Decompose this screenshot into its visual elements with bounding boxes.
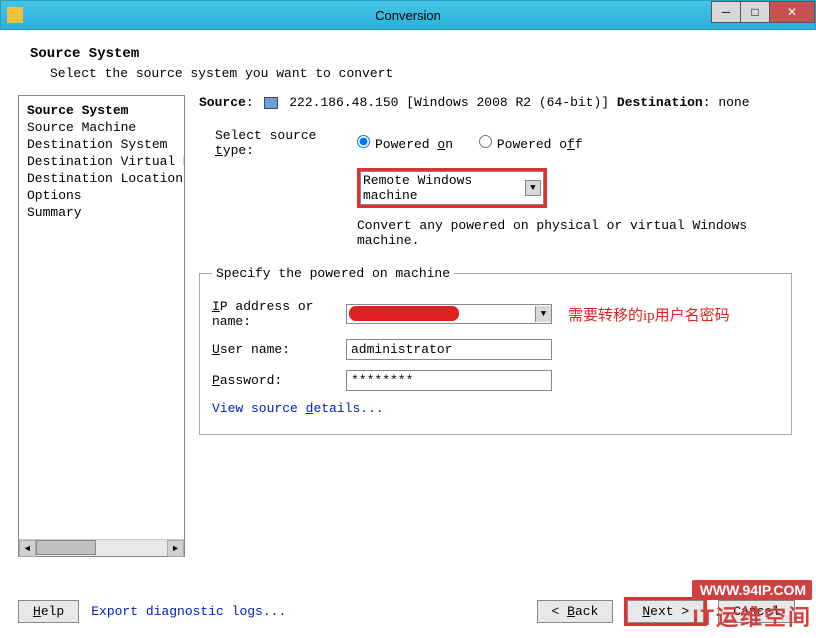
machine-fieldset: Specify the powered on machine IP addres… xyxy=(199,266,792,435)
source-value: 222.186.48.150 [Windows 2008 R2 (64-bit)… xyxy=(289,95,609,110)
scroll-thumb[interactable] xyxy=(36,540,96,555)
watermark-url: WWW.94IP.COM xyxy=(692,580,812,600)
fieldset-legend: Specify the powered on machine xyxy=(212,266,454,281)
select-source-type-label: Select source type: xyxy=(215,128,355,158)
back-button[interactable]: < Back xyxy=(537,600,614,623)
maximize-button[interactable]: □ xyxy=(740,1,770,23)
scroll-right-icon[interactable]: ► xyxy=(167,540,184,557)
sidebar-item-source-machine[interactable]: Source Machine xyxy=(23,119,180,136)
ip-redacted xyxy=(349,306,459,321)
source-type-hint: Convert any powered on physical or virtu… xyxy=(357,218,798,248)
title-bar: Conversion ─ □ ✕ xyxy=(0,0,816,30)
sidebar-item-destination-system[interactable]: Destination System xyxy=(23,136,180,153)
chevron-down-icon: ▼ xyxy=(525,180,541,196)
source-destination-line: Source: 222.186.48.150 [Windows 2008 R2 … xyxy=(199,95,798,110)
app-icon xyxy=(7,7,23,23)
sidebar-item-source-system[interactable]: Source System xyxy=(23,102,180,119)
computer-icon xyxy=(264,97,278,109)
username-input[interactable] xyxy=(346,339,552,360)
sidebar-scrollbar[interactable]: ◄ ► xyxy=(19,539,184,556)
username-label: User name: xyxy=(212,342,346,357)
sidebar-item-destination-location[interactable]: Destination Location xyxy=(23,170,180,187)
password-label: Password: xyxy=(212,373,346,388)
password-input[interactable] xyxy=(346,370,552,391)
destination-value: none xyxy=(718,95,749,110)
window-buttons: ─ □ ✕ xyxy=(712,1,815,23)
export-logs-link[interactable]: Export diagnostic logs... xyxy=(91,604,286,619)
help-button[interactable]: Help xyxy=(18,600,79,623)
view-details-link[interactable]: View source details... xyxy=(212,401,779,416)
minimize-button[interactable]: ─ xyxy=(711,1,741,23)
watermark: WWW.94IP.COM IT运维空间 xyxy=(692,580,812,632)
scroll-left-icon[interactable]: ◄ xyxy=(19,540,36,557)
sidebar-item-options[interactable]: Options xyxy=(23,187,180,204)
source-type-dropdown[interactable]: Remote Windows machine ▼ xyxy=(360,171,544,205)
dropdown-value: Remote Windows machine xyxy=(363,173,525,203)
window-title: Conversion xyxy=(375,8,441,23)
page-title: Source System xyxy=(30,46,786,62)
sidebar-item-destination-vm[interactable]: Destination Virtual M xyxy=(23,153,180,170)
radio-powered-off[interactable]: Powered off xyxy=(479,137,583,152)
source-label: Source xyxy=(199,95,246,110)
wizard-sidebar: Source System Source Machine Destination… xyxy=(18,95,185,557)
wizard-header: Source System Select the source system y… xyxy=(0,30,816,95)
source-type-dropdown-highlight: Remote Windows machine ▼ xyxy=(357,168,547,208)
main-panel: Source: 222.186.48.150 [Windows 2008 R2 … xyxy=(185,95,798,557)
sidebar-item-summary[interactable]: Summary xyxy=(23,204,180,221)
ip-label: IP address or name: xyxy=(212,299,346,329)
ip-combo[interactable]: ▼ xyxy=(346,304,552,324)
close-button[interactable]: ✕ xyxy=(769,1,815,23)
destination-label: Destination xyxy=(617,95,703,110)
annotation-text: 需要转移的ip用户名密码 xyxy=(568,304,730,325)
radio-powered-on[interactable]: Powered on xyxy=(357,137,453,152)
chevron-down-icon[interactable]: ▼ xyxy=(535,306,551,322)
watermark-text: IT运维空间 xyxy=(692,600,812,632)
page-subtitle: Select the source system you want to con… xyxy=(50,66,786,81)
